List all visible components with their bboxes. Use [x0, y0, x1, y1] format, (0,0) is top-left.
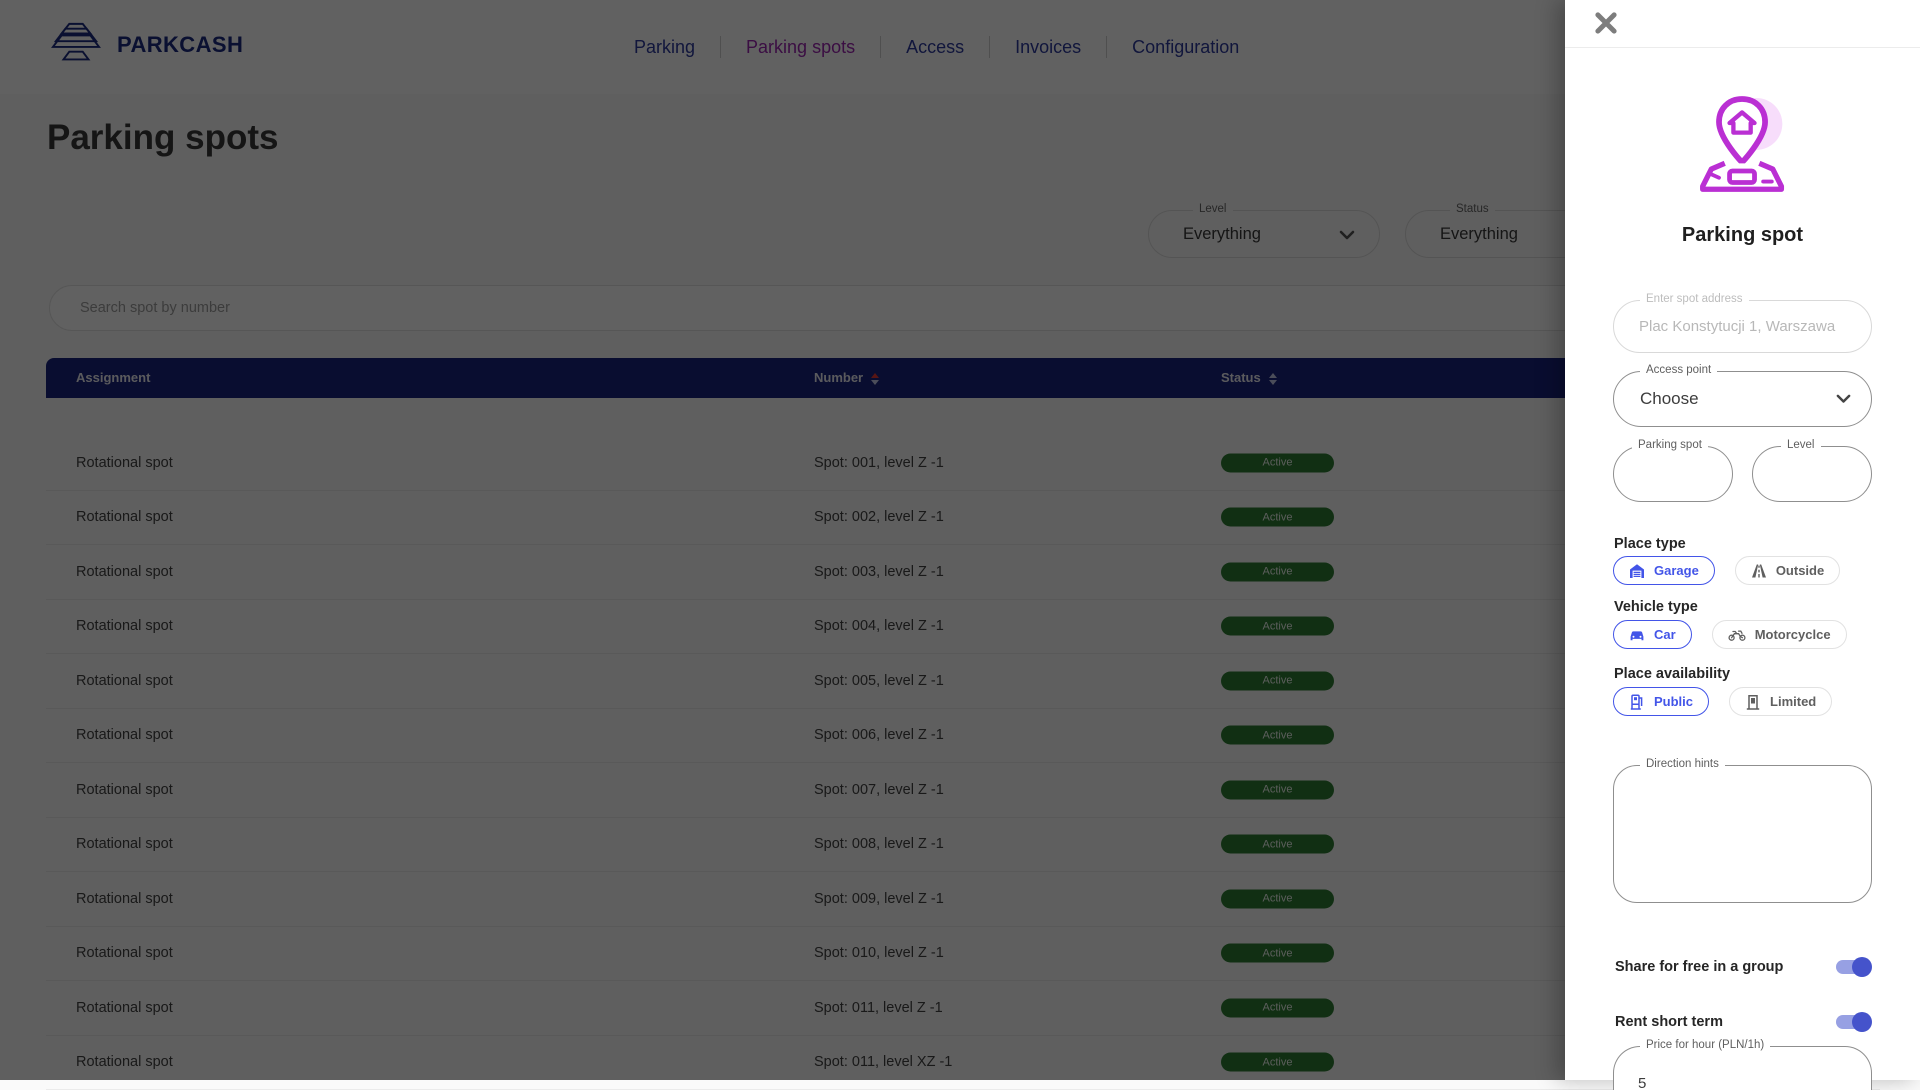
option-motorcycle[interactable]: Motorcyclce [1712, 620, 1847, 649]
place-availability-label: Place availability [1614, 666, 1730, 682]
share-free-row: Share for free in a group [1613, 955, 1872, 979]
rent-short-term-toggle[interactable] [1834, 1012, 1872, 1032]
place-type-label: Place type [1614, 536, 1686, 552]
car-icon [1629, 627, 1645, 643]
access-point-select[interactable]: Access point Choose [1613, 371, 1872, 427]
rent-short-term-row: Rent short term [1613, 1010, 1872, 1034]
panel-divider [1565, 47, 1920, 48]
level-field-label: Level [1781, 439, 1821, 451]
rent-short-term-label: Rent short term [1613, 1014, 1723, 1030]
chevron-down-icon [1836, 394, 1851, 403]
option-limited[interactable]: Limited [1729, 687, 1832, 716]
direction-hints-textarea[interactable] [1614, 766, 1871, 902]
parking-spot-drawer: Parking spot Enter spot address Access p… [1565, 0, 1920, 1080]
parking-spot-number-field: Parking spot [1613, 446, 1733, 502]
option-car[interactable]: Car [1613, 620, 1692, 649]
level-input[interactable] [1753, 447, 1871, 501]
toggle-knob [1852, 1012, 1872, 1032]
level-field: Level [1752, 446, 1872, 502]
parking-spot-number-input[interactable] [1614, 447, 1732, 501]
share-free-toggle[interactable] [1834, 957, 1872, 977]
drawer-title: Parking spot [1565, 224, 1920, 247]
garage-icon [1629, 563, 1645, 579]
vehicle-type-options: Car Motorcyclce [1613, 620, 1847, 649]
access-point-value: Choose [1640, 372, 1699, 425]
road-icon [1751, 563, 1767, 579]
place-availability-options: Public Limited [1613, 687, 1832, 716]
vehicle-type-label: Vehicle type [1614, 599, 1698, 615]
toggle-knob [1852, 957, 1872, 977]
close-button[interactable] [1591, 8, 1621, 38]
direction-hints-field: Direction hints [1613, 765, 1872, 903]
door-icon [1745, 694, 1761, 710]
place-type-options: Garage Outside [1613, 556, 1840, 585]
spot-address-input[interactable] [1614, 301, 1871, 352]
parking-spot-number-label: Parking spot [1632, 439, 1708, 451]
spot-address-field: Enter spot address [1613, 300, 1872, 353]
close-icon [1593, 10, 1619, 36]
direction-hints-label: Direction hints [1640, 758, 1725, 770]
price-per-hour-label: Price for hour (PLN/1h) [1640, 1039, 1770, 1051]
option-public[interactable]: Public [1613, 687, 1709, 716]
option-outside[interactable]: Outside [1735, 556, 1840, 585]
parking-spot-pin-icon [1695, 92, 1791, 202]
share-free-label: Share for free in a group [1613, 959, 1783, 975]
pump-icon [1629, 694, 1645, 710]
motorcycle-icon [1728, 627, 1746, 643]
option-garage[interactable]: Garage [1613, 556, 1715, 585]
spot-address-label: Enter spot address [1640, 293, 1749, 305]
